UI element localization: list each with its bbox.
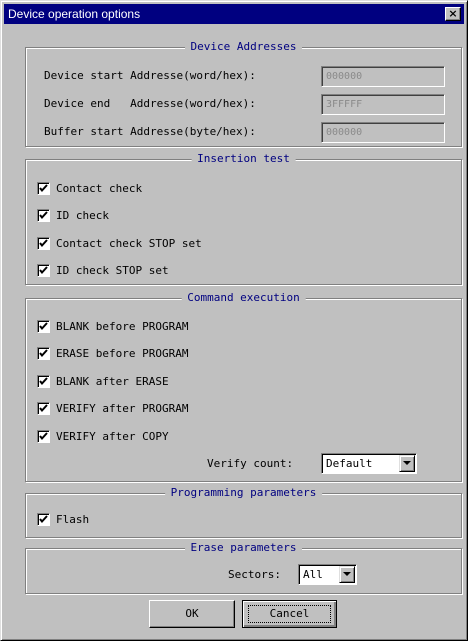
blank-before-program-checkbox[interactable]: BLANK before PROGRAM: [37, 318, 188, 334]
device-end-input[interactable]: 3FFFFF: [321, 94, 445, 115]
id-check-checkbox[interactable]: ID check: [37, 207, 109, 223]
ok-button[interactable]: OK: [149, 600, 235, 628]
contact-check-checkbox[interactable]: Contact check: [37, 180, 142, 196]
window-title: Device operation options: [8, 7, 141, 21]
programming-parameters-group: Programming parameters Flash: [25, 486, 462, 538]
buffer-start-value: 000000: [326, 127, 363, 138]
checkbox-checked-icon: [37, 429, 50, 443]
close-icon: ×: [448, 7, 458, 20]
command-execution-legend: Command execution: [181, 291, 306, 305]
command-execution-group: Command execution BLANK before PROGRAM E…: [25, 291, 462, 482]
close-button[interactable]: ×: [445, 7, 461, 21]
checkbox-checked-icon: [37, 346, 50, 360]
ok-label: OK: [185, 607, 199, 620]
blank-after-erase-label: BLANK after ERASE: [56, 374, 169, 388]
device-options-dialog: Device operation options × Device Addres…: [0, 0, 468, 641]
programming-parameters-legend: Programming parameters: [164, 486, 323, 500]
verify-count-label: Verify count:: [207, 457, 294, 470]
dropdown-arrow-icon[interactable]: [399, 455, 415, 472]
insertion-test-group: Insertion test Contact check ID check Co…: [25, 152, 462, 285]
checkbox-checked-icon: [37, 319, 50, 333]
checkbox-checked-icon: [37, 263, 50, 277]
contact-check-stop-label: Contact check STOP set: [56, 236, 202, 250]
checkbox-checked-icon: [37, 401, 50, 415]
sectors-value: All: [303, 568, 323, 581]
cancel-button[interactable]: Cancel: [242, 600, 337, 628]
checkbox-checked-icon: [37, 236, 50, 250]
verify-after-program-label: VERIFY after PROGRAM: [56, 401, 189, 415]
verify-after-program-checkbox[interactable]: VERIFY after PROGRAM: [37, 400, 188, 416]
checkbox-checked-icon: [37, 208, 50, 222]
verify-after-copy-checkbox[interactable]: VERIFY after COPY: [37, 428, 169, 444]
checkbox-checked-icon: [37, 374, 50, 388]
title-bar: Device operation options ×: [4, 4, 464, 24]
focus-rectangle: [248, 605, 331, 623]
erase-parameters-group: Erase parameters Sectors: All: [25, 541, 462, 594]
device-end-value: 3FFFFF: [326, 99, 363, 110]
device-start-label: Device start Addresse(word/hex):: [44, 69, 256, 82]
blank-before-program-label: BLANK before PROGRAM: [56, 319, 189, 333]
sectors-select[interactable]: All: [298, 564, 357, 585]
contact-check-stop-checkbox[interactable]: Contact check STOP set: [37, 235, 202, 251]
checkbox-checked-icon: [37, 181, 50, 195]
buffer-start-label: Buffer start Addresse(byte/hex):: [44, 125, 256, 138]
erase-parameters-legend: Erase parameters: [184, 541, 303, 555]
dropdown-arrow-icon[interactable]: [339, 566, 355, 583]
id-check-stop-checkbox[interactable]: ID check STOP set: [37, 262, 169, 278]
blank-after-erase-checkbox[interactable]: BLANK after ERASE: [37, 373, 169, 389]
erase-before-program-checkbox[interactable]: ERASE before PROGRAM: [37, 345, 188, 361]
flash-label: Flash: [56, 512, 90, 526]
erase-before-program-label: ERASE before PROGRAM: [56, 346, 189, 360]
flash-checkbox[interactable]: Flash: [37, 511, 89, 527]
device-addresses-legend: Device Addresses: [184, 40, 303, 54]
buffer-start-input[interactable]: 000000: [321, 122, 445, 143]
insertion-test-legend: Insertion test: [191, 152, 296, 166]
sectors-label: Sectors:: [228, 568, 281, 581]
id-check-label: ID check: [56, 208, 109, 222]
verify-after-copy-label: VERIFY after COPY: [56, 429, 169, 443]
device-start-value: 000000: [326, 71, 363, 82]
id-check-stop-label: ID check STOP set: [56, 263, 169, 277]
contact-check-label: Contact check: [56, 181, 143, 195]
checkbox-checked-icon: [37, 512, 50, 526]
verify-count-value: Default: [326, 457, 373, 470]
device-start-input[interactable]: 000000: [321, 66, 445, 87]
device-end-label: Device end Addresse(word/hex):: [44, 97, 256, 110]
device-addresses-group: Device Addresses Device start Addresse(w…: [25, 40, 462, 147]
verify-count-select[interactable]: Default: [321, 453, 417, 474]
